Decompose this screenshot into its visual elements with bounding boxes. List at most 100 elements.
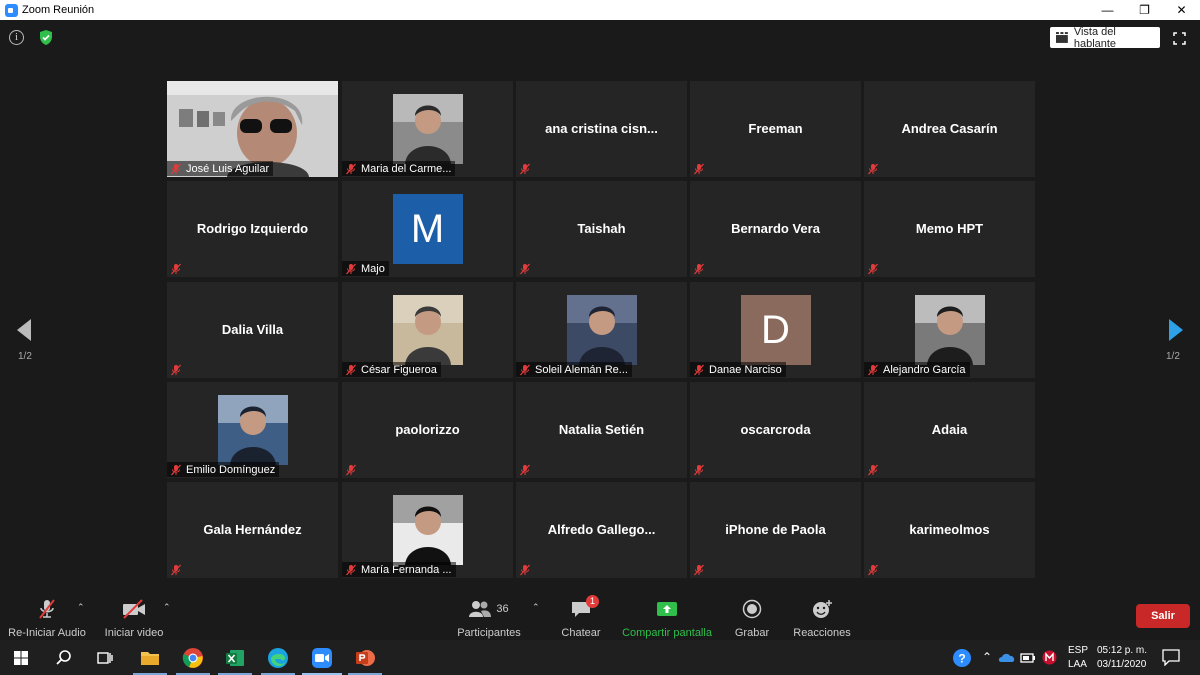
muted-microphone-icon	[520, 464, 530, 476]
muted-microphone-icon	[520, 263, 530, 275]
speaker-view-button[interactable]: Vista del hablante	[1050, 26, 1160, 50]
battery-icon[interactable]	[1020, 650, 1036, 664]
participant-tile[interactable]: M Majo	[342, 181, 513, 277]
muted-microphone-icon	[520, 163, 530, 175]
chrome-icon[interactable]	[181, 646, 205, 670]
onedrive-icon[interactable]	[998, 651, 1016, 663]
reactions-button[interactable]: Reacciones	[793, 598, 851, 639]
participant-name: Soleil Alemán Re...	[535, 363, 628, 376]
participant-tile[interactable]: Gala Hernández	[167, 482, 338, 578]
participant-tile[interactable]: ana cristina cisn...	[516, 81, 687, 177]
tray-expand-icon[interactable]: ⌃	[982, 650, 992, 664]
muted-microphone-icon	[868, 163, 878, 175]
help-icon[interactable]: ?	[951, 647, 973, 669]
participant-tile[interactable]: Natalia Setién	[516, 382, 687, 478]
avatar-initial: D	[761, 308, 790, 352]
participant-tile[interactable]: Soleil Alemán Re...	[516, 282, 687, 378]
info-icon[interactable]: i	[9, 30, 24, 45]
powerpoint-icon[interactable]	[353, 646, 377, 670]
participant-name: paolorizzo	[395, 422, 460, 437]
restore-button[interactable]: ❐	[1126, 0, 1163, 20]
participant-tile[interactable]: Rodrigo Izquierdo	[167, 181, 338, 277]
participant-tile[interactable]: Adaia	[864, 382, 1035, 478]
participant-tile[interactable]: Alejandro García	[864, 282, 1035, 378]
meeting-top-bar: i Vista del hablante	[0, 20, 1200, 56]
participant-tile[interactable]: karimeolmos	[864, 482, 1035, 578]
participant-tile[interactable]: iPhone de Paola	[690, 482, 861, 578]
participant-name: oscarcroda	[740, 422, 811, 437]
participant-name-label: Emilio Domínguez	[167, 462, 280, 477]
share-screen-button[interactable]: Compartir pantalla	[620, 598, 714, 639]
record-button[interactable]: Grabar	[732, 598, 772, 639]
participant-photo	[217, 395, 288, 465]
participant-name: Alejandro García	[883, 363, 966, 376]
participants-count: 36	[496, 603, 509, 615]
leave-button[interactable]: Salir	[1136, 604, 1190, 628]
task-view-icon[interactable]	[93, 646, 117, 670]
start-video-button[interactable]: Iniciar video	[103, 598, 165, 639]
search-icon[interactable]	[52, 646, 76, 670]
muted-microphone-icon	[694, 564, 704, 576]
participant-name-label: Maria del Carme...	[342, 161, 456, 176]
participant-name: Andrea Casarín	[901, 121, 998, 136]
file-explorer-icon[interactable]	[138, 646, 162, 670]
audio-options-chevron-icon[interactable]: ⌃	[77, 602, 85, 613]
participant-tile[interactable]: José Luis Aguilar	[167, 81, 338, 177]
close-button[interactable]: ✕	[1163, 0, 1200, 20]
shield-icon[interactable]	[38, 29, 54, 46]
notifications-icon[interactable]	[1162, 649, 1180, 666]
participant-tile[interactable]: D Danae Narciso	[690, 282, 861, 378]
participant-tile[interactable]: María Fernanda ...	[342, 482, 513, 578]
windows-start-icon[interactable]	[9, 646, 33, 670]
chat-button[interactable]: 1 Chatear	[561, 595, 601, 639]
participant-tile[interactable]: Maria del Carme...	[342, 81, 513, 177]
participant-name: Maria del Carme...	[361, 162, 452, 175]
fullscreen-icon[interactable]	[1173, 32, 1186, 45]
participant-tile[interactable]: Memo HPT	[864, 181, 1035, 277]
participants-button[interactable]: 36 Participantes	[456, 598, 522, 639]
speaker-view-icon	[1056, 32, 1068, 43]
participant-tile[interactable]: Bernardo Vera	[690, 181, 861, 277]
participant-name: Danae Narciso	[709, 363, 782, 376]
next-page-arrow-icon[interactable]	[1168, 318, 1184, 342]
participant-tile[interactable]: Freeman	[690, 81, 861, 177]
participant-tile[interactable]: Alfredo Gallego...	[516, 482, 687, 578]
participant-tile[interactable]: oscarcroda	[690, 382, 861, 478]
participant-name: ana cristina cisn...	[545, 121, 658, 136]
participant-name: Emilio Domínguez	[186, 463, 276, 476]
participant-tile[interactable]: César Figueroa	[342, 282, 513, 378]
zoom-app-taskbar-icon[interactable]	[310, 646, 334, 670]
participant-tile[interactable]: paolorizzo	[342, 382, 513, 478]
video-options-chevron-icon[interactable]: ⌃	[163, 602, 171, 613]
participant-name: Taishah	[577, 221, 626, 236]
muted-microphone-icon	[346, 163, 356, 174]
minimize-button[interactable]: —	[1089, 0, 1126, 20]
record-label: Grabar	[734, 627, 770, 639]
participants-options-chevron-icon[interactable]: ⌃	[532, 602, 540, 613]
language-code[interactable]: ESP	[1068, 645, 1088, 656]
participant-tile[interactable]: Dalia Villa	[167, 282, 338, 378]
participant-tile[interactable]: Emilio Domínguez	[167, 382, 338, 478]
meeting-toolbar: Re-Iniciar Audio ⌃ Iniciar video ⌃ 36 Pa…	[0, 592, 1200, 640]
muted-microphone-icon	[171, 364, 181, 376]
previous-page-arrow-icon[interactable]	[16, 318, 32, 342]
muted-microphone-icon	[520, 564, 530, 576]
muted-microphone-icon	[171, 163, 181, 174]
participant-name: Rodrigo Izquierdo	[196, 221, 309, 236]
participant-name-label: José Luis Aguilar	[167, 161, 274, 176]
participant-tile[interactable]: Taishah	[516, 181, 687, 277]
edge-icon[interactable]	[266, 646, 290, 670]
clock-date[interactable]: 03/11/2020	[1097, 659, 1146, 670]
clock-time[interactable]: 05:12 p. m.	[1097, 645, 1147, 656]
muted-microphone-icon	[868, 564, 878, 576]
share-screen-label: Compartir pantalla	[622, 627, 712, 639]
participant-tile[interactable]: Andrea Casarín	[864, 81, 1035, 177]
participant-name: María Fernanda ...	[361, 563, 452, 576]
mcafee-icon[interactable]	[1042, 650, 1057, 665]
participant-name: Adaia	[931, 422, 968, 437]
keyboard-layout[interactable]: LAA	[1068, 659, 1087, 670]
participant-name: Alfredo Gallego...	[547, 522, 656, 537]
excel-icon[interactable]	[223, 646, 247, 670]
restart-audio-button[interactable]: Re-Iniciar Audio	[8, 598, 86, 639]
participant-name: Majo	[361, 262, 385, 275]
